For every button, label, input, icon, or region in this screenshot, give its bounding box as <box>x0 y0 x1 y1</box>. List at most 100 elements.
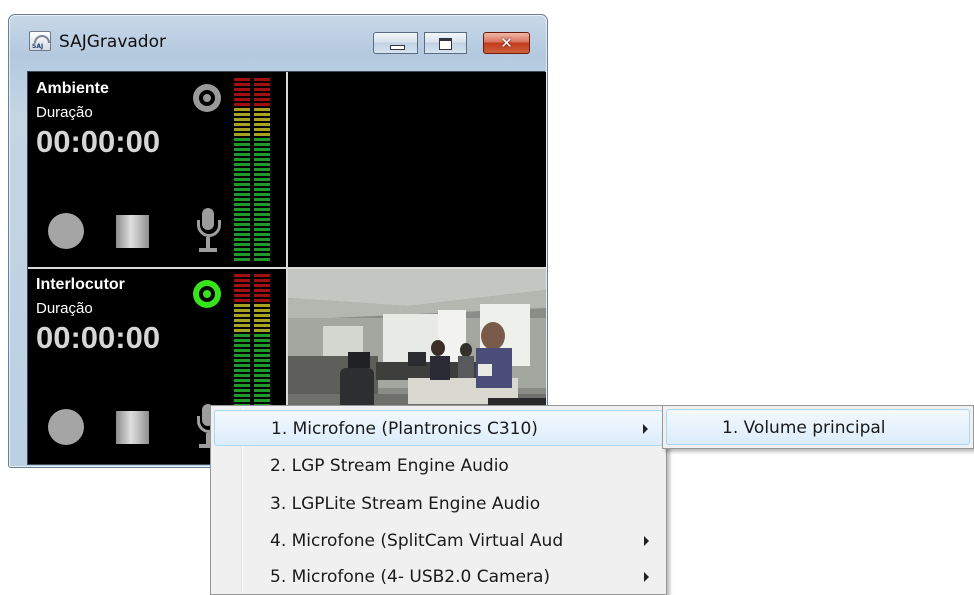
meter-segment <box>234 173 250 176</box>
menu-item-usb-camera[interactable]: 5. Microfone (4- USB2.0 Camera) <box>214 559 663 595</box>
meter-segment <box>234 299 250 302</box>
meter-segment <box>254 274 270 277</box>
meter-segment <box>254 173 270 176</box>
record-button[interactable] <box>48 409 84 445</box>
meter-segment <box>254 334 270 337</box>
menu-item-label: 3. LGPLite Stream Engine Audio <box>270 494 541 514</box>
meter-segment <box>234 339 250 342</box>
meter-segment <box>254 238 270 241</box>
maximize-button[interactable] <box>424 32 467 54</box>
meter-segment <box>234 253 250 256</box>
stop-button[interactable] <box>116 411 149 444</box>
stop-button[interactable] <box>116 215 149 248</box>
meter-segment <box>234 123 250 126</box>
meter-segment <box>234 344 250 347</box>
meter-segment <box>254 339 270 342</box>
meter-segment <box>234 88 250 91</box>
meter-segment <box>234 138 250 141</box>
audio-level-meter <box>234 78 272 262</box>
meter-segment <box>234 163 250 166</box>
meter-segment <box>254 243 270 246</box>
meter-segment <box>254 374 270 377</box>
menu-item-plantronics[interactable]: 1. Microfone (Plantronics C310) <box>214 410 663 446</box>
record-button[interactable] <box>48 213 84 249</box>
panel-title: Ambiente <box>36 80 109 97</box>
meter-segment <box>234 98 250 101</box>
meter-segment <box>234 258 250 261</box>
close-button[interactable]: ✕ <box>483 32 530 54</box>
menu-item-lgplite-stream[interactable]: 3. LGPLite Stream Engine Audio <box>214 486 663 522</box>
meter-left-channel <box>234 78 250 262</box>
meter-segment <box>234 274 250 277</box>
meter-segment <box>254 143 270 146</box>
monitor-target-icon[interactable] <box>193 84 221 112</box>
meter-segment <box>234 309 250 312</box>
meter-segment <box>254 123 270 126</box>
meter-segment <box>254 354 270 357</box>
microphone-icon[interactable] <box>196 208 221 256</box>
meter-segment <box>234 334 250 337</box>
menu-item-volume-principal[interactable]: 1. Volume principal <box>666 409 970 445</box>
meter-segment <box>254 379 270 382</box>
meter-segment <box>254 223 270 226</box>
meter-segment <box>254 384 270 387</box>
device-context-menu: 1. Microfone (Plantronics C310) 2. LGP S… <box>210 405 667 595</box>
meter-segment <box>234 128 250 131</box>
meter-segment <box>254 369 270 372</box>
minimize-button[interactable] <box>373 32 418 54</box>
duration-timer: 00:00:00 <box>36 124 161 159</box>
close-icon: ✕ <box>500 34 513 52</box>
meter-segment <box>234 113 250 116</box>
duration-label: Duração <box>36 104 93 121</box>
meter-segment <box>234 329 250 332</box>
meter-segment <box>234 118 250 121</box>
meter-segment <box>234 203 250 206</box>
meter-segment <box>254 183 270 186</box>
meter-segment <box>234 374 250 377</box>
menu-item-label: 5. Microfone (4- USB2.0 Camera) <box>270 567 551 587</box>
meter-segment <box>254 314 270 317</box>
app-icon[interactable]: SAJ <box>29 31 51 51</box>
meter-segment <box>254 208 270 211</box>
meter-segment <box>234 233 250 236</box>
meter-segment <box>234 279 250 282</box>
meter-segment <box>234 83 250 86</box>
meter-segment <box>234 354 250 357</box>
meter-segment <box>254 289 270 292</box>
meter-segment <box>254 153 270 156</box>
meter-segment <box>254 399 270 402</box>
meter-segment <box>254 253 270 256</box>
meter-segment <box>254 158 270 161</box>
menu-item-label: 1. Volume principal <box>722 418 886 438</box>
meter-segment <box>234 143 250 146</box>
panel-ambiente: Ambiente Duração 00:00:00 <box>28 72 286 267</box>
menu-item-lgp-stream[interactable]: 2. LGP Stream Engine Audio <box>214 448 663 484</box>
meter-segment <box>254 168 270 171</box>
meter-segment <box>234 399 250 402</box>
meter-segment <box>254 88 270 91</box>
meter-segment <box>254 248 270 251</box>
meter-segment <box>254 198 270 201</box>
meter-segment <box>254 309 270 312</box>
title-bar[interactable]: SAJ SAJGravador ✕ <box>9 15 547 63</box>
meter-segment <box>254 228 270 231</box>
menu-item-label: 4. Microfone (SplitCam Virtual Aud <box>270 531 564 551</box>
meter-segment <box>234 178 250 181</box>
menu-item-label: 1. Microfone (Plantronics C310) <box>271 419 538 439</box>
app-window: SAJ SAJGravador ✕ Ambiente Duração 00:00… <box>8 14 548 468</box>
meter-segment <box>234 319 250 322</box>
meter-segment <box>254 163 270 166</box>
meter-segment <box>254 304 270 307</box>
meter-segment <box>254 324 270 327</box>
meter-segment <box>234 349 250 352</box>
meter-segment <box>254 319 270 322</box>
meter-segment <box>254 98 270 101</box>
meter-segment <box>234 294 250 297</box>
window-title: SAJGravador <box>59 32 166 52</box>
monitor-target-icon[interactable] <box>193 280 221 308</box>
menu-item-splitcam[interactable]: 4. Microfone (SplitCam Virtual Aud <box>214 523 663 559</box>
meter-segment <box>234 78 250 81</box>
meter-segment <box>234 304 250 307</box>
meter-segment <box>254 133 270 136</box>
volume-submenu: 1. Volume principal <box>662 405 974 449</box>
